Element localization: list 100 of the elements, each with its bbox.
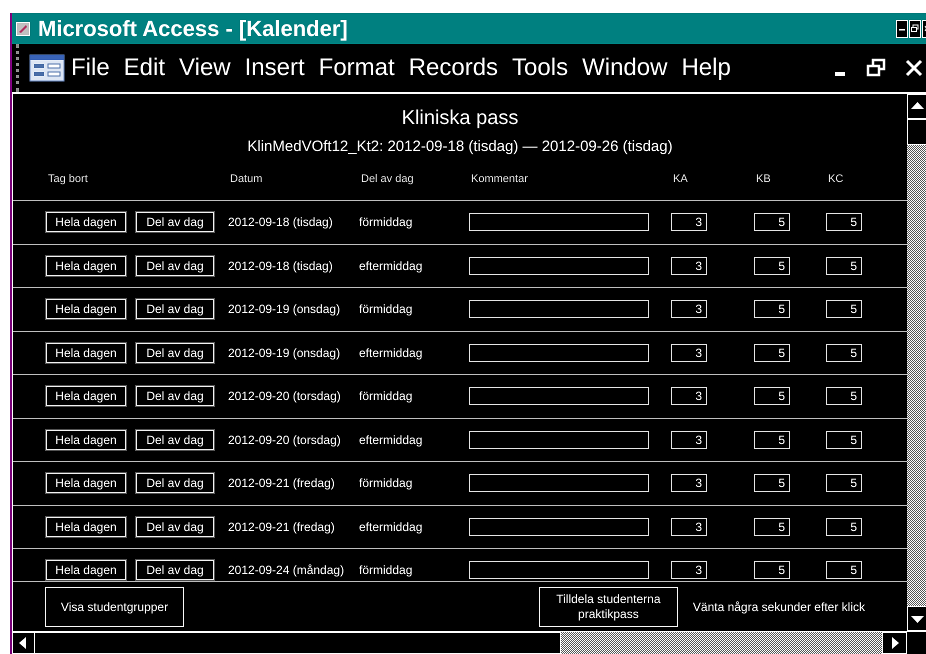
menu-item[interactable]: Edit bbox=[124, 54, 166, 82]
form-icon[interactable] bbox=[29, 54, 65, 82]
menu-item[interactable]: Format bbox=[318, 54, 395, 82]
date-cell-text: 2012-09-19 (onsdag) bbox=[228, 346, 342, 360]
part-cell-text: förmiddag bbox=[359, 389, 414, 404]
delete-part-button[interactable]: Del av dag bbox=[136, 430, 214, 450]
date-cell-text: 2012-09-24 (måndag) bbox=[228, 563, 346, 578]
part-cell-text: eftermiddag bbox=[359, 258, 424, 273]
delete-part-button[interactable]: Del av dag bbox=[136, 256, 214, 276]
delete-day-button[interactable]: Hela dagen bbox=[46, 342, 126, 363]
delete-day-button[interactable]: Hela dagen bbox=[46, 386, 126, 406]
kb-field[interactable]: 5 bbox=[754, 474, 790, 492]
column-header: KC bbox=[827, 172, 844, 184]
kc-field[interactable]: 5 bbox=[826, 430, 862, 449]
minimize-icon[interactable] bbox=[896, 20, 908, 38]
comment-field[interactable] bbox=[469, 213, 649, 232]
ka-field[interactable]: 3 bbox=[671, 387, 707, 406]
delete-part-button[interactable]: Del av dag bbox=[136, 342, 214, 363]
date-cell-text: 2012-09-20 (torsdag) bbox=[228, 432, 342, 447]
column-header: Datum bbox=[229, 172, 264, 184]
ka-field[interactable]: 3 bbox=[671, 561, 707, 580]
kb-field[interactable]: 5 bbox=[754, 561, 790, 580]
comment-field[interactable] bbox=[469, 387, 649, 406]
column-header: Del av dag bbox=[360, 172, 415, 184]
kc-field[interactable]: 5 bbox=[826, 300, 862, 318]
delete-day-button[interactable]: Hela dagen bbox=[46, 430, 126, 450]
kb-field[interactable]: 5 bbox=[754, 213, 790, 232]
ka-field[interactable]: 3 bbox=[671, 474, 707, 492]
comment-field[interactable] bbox=[469, 518, 649, 536]
ka-field[interactable]: 3 bbox=[671, 300, 707, 318]
assign-button[interactable]: Tilldela studenterna praktikpass bbox=[538, 586, 678, 626]
menu-item[interactable]: Window bbox=[582, 54, 668, 82]
scroll-thumb[interactable] bbox=[35, 632, 561, 654]
part-cell-text: eftermiddag bbox=[359, 520, 424, 534]
menu-item[interactable]: File bbox=[71, 54, 110, 82]
form-subtitle: KlinMedVOft12_Kt2: 2012-09-18 (tisdag) — 2012-09-26 (tisdag) bbox=[246, 138, 674, 155]
date-cell-text: 2012-09-18 (tisdag) bbox=[228, 215, 334, 230]
delete-day-button[interactable]: Hela dagen bbox=[46, 212, 126, 232]
kc-field[interactable]: 5 bbox=[826, 344, 862, 362]
ka-field[interactable]: 3 bbox=[671, 256, 707, 275]
form-title: Kliniska pass bbox=[400, 107, 520, 130]
kb-field[interactable]: 5 bbox=[754, 300, 790, 318]
column-header: Kommentar bbox=[470, 172, 529, 184]
ka-field[interactable]: 3 bbox=[671, 518, 707, 536]
delete-day-button[interactable]: Hela dagen bbox=[46, 473, 126, 494]
wait-note: Vänta några sekunder efter klick bbox=[692, 600, 865, 614]
menu-item[interactable]: Records bbox=[408, 54, 498, 82]
comment-field[interactable] bbox=[469, 256, 649, 275]
date-cell-text: 2012-09-21 (fredag) bbox=[228, 476, 336, 490]
kc-field[interactable]: 5 bbox=[826, 474, 862, 492]
column-header: Tag bort bbox=[47, 172, 89, 184]
scroll-down-icon[interactable] bbox=[907, 606, 926, 631]
show-groups-button[interactable]: Visa studentgrupper bbox=[45, 586, 184, 626]
delete-day-button[interactable]: Hela dagen bbox=[46, 560, 126, 580]
comment-field[interactable] bbox=[469, 300, 649, 318]
menu-item[interactable]: View bbox=[179, 54, 231, 82]
kb-field[interactable]: 5 bbox=[754, 344, 790, 362]
delete-part-button[interactable]: Del av dag bbox=[136, 560, 214, 580]
restore-icon[interactable] bbox=[866, 58, 886, 78]
delete-day-button[interactable]: Hela dagen bbox=[46, 299, 126, 320]
kb-field[interactable]: 5 bbox=[754, 430, 790, 449]
menu-item[interactable]: Help bbox=[681, 54, 731, 82]
column-header: KB bbox=[755, 172, 772, 184]
delete-day-button[interactable]: Hela dagen bbox=[46, 256, 126, 276]
delete-part-button[interactable]: Del av dag bbox=[136, 299, 214, 320]
comment-field[interactable] bbox=[469, 561, 649, 580]
ka-field[interactable]: 3 bbox=[671, 430, 707, 449]
app-icon bbox=[16, 22, 30, 36]
date-cell-text: 2012-09-19 (onsdag) bbox=[228, 302, 342, 316]
delete-part-button[interactable]: Del av dag bbox=[136, 212, 214, 232]
scroll-up-icon[interactable] bbox=[907, 94, 926, 119]
menu-item[interactable]: Insert bbox=[244, 54, 305, 82]
delete-part-button[interactable]: Del av dag bbox=[136, 386, 214, 406]
ka-field[interactable]: 3 bbox=[671, 344, 707, 362]
scroll-thumb[interactable] bbox=[907, 119, 926, 145]
delete-part-button[interactable]: Del av dag bbox=[136, 516, 214, 537]
scroll-right-icon[interactable] bbox=[882, 632, 907, 654]
kb-field[interactable]: 5 bbox=[754, 387, 790, 406]
kb-field[interactable]: 5 bbox=[754, 518, 790, 536]
date-cell-text: 2012-09-20 (torsdag) bbox=[228, 389, 342, 404]
part-cell-text: eftermiddag bbox=[359, 346, 424, 360]
kc-field[interactable]: 5 bbox=[826, 387, 862, 406]
part-cell-text: förmiddag bbox=[359, 563, 414, 578]
delete-part-button[interactable]: Del av dag bbox=[136, 473, 214, 494]
scroll-left-icon[interactable] bbox=[12, 632, 35, 654]
date-cell-text: 2012-09-18 (tisdag) bbox=[228, 258, 334, 273]
part-cell-text: förmiddag bbox=[359, 476, 414, 490]
kc-field[interactable]: 5 bbox=[826, 213, 862, 232]
kc-field[interactable]: 5 bbox=[826, 561, 862, 580]
ka-field[interactable]: 3 bbox=[671, 213, 707, 232]
delete-day-button[interactable]: Hela dagen bbox=[46, 516, 126, 537]
comment-field[interactable] bbox=[469, 344, 649, 362]
part-cell-text: förmiddag bbox=[359, 302, 414, 316]
kc-field[interactable]: 5 bbox=[826, 256, 862, 275]
comment-field[interactable] bbox=[469, 430, 649, 449]
comment-field[interactable] bbox=[469, 474, 649, 492]
kc-field[interactable]: 5 bbox=[826, 518, 862, 536]
window-title: Microsoft Access - [Kalender] bbox=[38, 16, 348, 42]
kb-field[interactable]: 5 bbox=[754, 256, 790, 275]
menu-item[interactable]: Tools bbox=[512, 54, 568, 82]
